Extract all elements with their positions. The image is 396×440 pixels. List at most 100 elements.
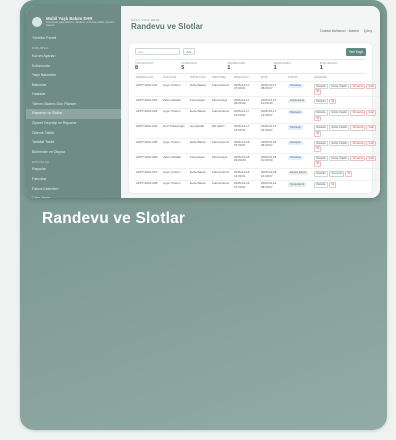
table-row: APPT-0001-007 Ayşe Yıldırım Evde Bakım Fatm…: [135, 168, 380, 181]
sidebar-item[interactable]: Randevu ve Slotlar: [26, 108, 121, 119]
cell-actions: Düzenle Sil: [313, 96, 380, 109]
toolbar: Ara... Ara Yeni Kayıt: [135, 48, 366, 56]
table-row: APPT-0001-006 Zeki Lütfullah Fizyoterapi Mu…: [135, 153, 380, 169]
row-action-button[interactable]: Düzenle: [314, 182, 328, 189]
sidebar-item[interactable]: Bildirimler ve Olaylar: [26, 147, 121, 157]
cell-care: Evde Bakım: [189, 138, 211, 154]
topbar: DAILY VISIT DESK Randevu ve Slotlar Dokt…: [131, 18, 372, 40]
cell-end: 2025-04-18 08:00:07: [260, 138, 287, 154]
sidebar-item[interactable]: Yönetim Paneli: [26, 34, 121, 44]
cell-actions: Düzenle Görüş Yapıldı Tamamla İptalSil: [313, 122, 380, 139]
cell-no: APPT-0001-005: [135, 138, 162, 154]
sidebar-item[interactable]: Hastalar: [26, 90, 121, 100]
search-input[interactable]: Ara...: [135, 48, 180, 55]
row-action-button[interactable]: İptal: [366, 110, 376, 116]
sidebar-item[interactable]: Ziyaret Geçmişi ve Raporlar: [26, 119, 121, 129]
row-action-button[interactable]: Düzenle: [314, 110, 328, 116]
cell-status: Tamamlandı: [287, 96, 313, 109]
sidebar-item[interactable]: Raporlar: [26, 165, 121, 175]
cell-status: Planlandı: [287, 107, 313, 124]
cell-end: 2025-04-17 14:00:07: [260, 107, 287, 124]
stat-value: 8: [135, 64, 139, 71]
appointments-panel: Ara... Ara Yeni Kayıt TOPLAM KAYIT 8 PLANL…: [129, 43, 380, 193]
row-action-button[interactable]: Görüş Yapıldı: [329, 125, 350, 131]
row-action-button[interactable]: İptal: [366, 125, 376, 131]
row-action-button[interactable]: Sil: [314, 89, 322, 95]
row-action-button[interactable]: Düzenle: [314, 170, 328, 177]
sidebar-item[interactable]: Yatırım Bakımı Gün Planları: [26, 99, 121, 109]
cell-no: APPT-0001-007: [135, 168, 162, 181]
row-action-button[interactable]: Sil: [329, 182, 337, 189]
row-action-button[interactable]: Görüş Yapıldı: [329, 140, 350, 147]
row-action-button[interactable]: Tamamla: [350, 140, 366, 147]
cell-end: 2025-04-17 10:00:00: [260, 96, 287, 109]
appointments-table: RANDEVU NO HASTA ADI BAKIM TÜRÜ PERSONEL BAŞ…: [135, 76, 380, 192]
status-badge: Planlandı: [288, 110, 303, 115]
sidebar-item[interactable]: Kurum Ayarları: [26, 51, 121, 61]
cell-status: Planlandı: [287, 80, 313, 97]
cell-care: Evde Bakım: [189, 179, 211, 192]
row-action-button[interactable]: Tamamla: [350, 125, 366, 131]
sidebar-item[interactable]: Yaşlı Bakımları: [26, 71, 121, 81]
logout-link[interactable]: Çıkış: [364, 29, 372, 33]
row-action-button[interactable]: İptal: [366, 155, 376, 162]
cell-status: Devam Ediyor: [287, 168, 313, 181]
table-row: APPT-0001-003 Ayşe Yıldırım Evde Bakım Fatm…: [135, 107, 380, 124]
cell-start: 2025-04-18 07:00:01: [233, 138, 260, 154]
cell-care: Hemşirelik: [189, 122, 211, 139]
row-action-button[interactable]: Sil: [329, 98, 337, 105]
row-action-button[interactable]: Tamamla: [350, 155, 366, 162]
sidebar-item[interactable]: Çıkış Yapın: [26, 194, 121, 198]
main-area: DAILY VISIT DESK Randevu ve Slotlar Dokt…: [121, 6, 380, 198]
sidebar-item[interactable]: Kullanıcılar: [26, 61, 121, 71]
cell-care: Evde Bakım: [189, 80, 211, 97]
cell-start: 2025-04-17 07:00:01: [233, 80, 260, 97]
user-name: Doktor Kullanıcı · Admin: [320, 29, 359, 33]
row-action-button[interactable]: İptal: [366, 83, 376, 90]
row-action-button[interactable]: Sil: [314, 161, 322, 167]
search-button[interactable]: Ara: [183, 48, 195, 55]
cell-staff: Fatma Demir: [211, 107, 233, 124]
user-info: Doktor Kullanıcı · Admin Çıkış: [320, 29, 372, 33]
row-action-button[interactable]: İptal: [366, 140, 376, 147]
cell-status: Planlandı: [287, 153, 313, 169]
sidebar-item[interactable]: Ödeme Takibi: [26, 128, 121, 138]
stat-card: İPTAL EDİLEN 1: [320, 60, 366, 73]
cell-care: Evde Bakım: [189, 107, 211, 124]
cell-actions: Düzenle Görüş Yapıldı Tamamla İptalSil: [313, 153, 380, 169]
table-row: APPT-0001-005 Ayşe Yıldırım Evde Bakım Fatm…: [135, 138, 380, 154]
table-row: APPT-0001-001 Ayşe Yıldırım Evde Bakım Fatm…: [135, 80, 380, 97]
row-action-button[interactable]: Tamamla: [329, 170, 344, 177]
sidebar-item[interactable]: Faturalar: [26, 175, 121, 185]
app-screenshot: Mobil Yaşlı Bakım EHR Kurumsal yaşlı bak…: [26, 6, 380, 198]
row-action-button[interactable]: Görüş Yapıldı: [329, 83, 350, 90]
status-badge: Planlandı: [288, 83, 303, 88]
status-badge: Planlandı: [288, 140, 303, 145]
sidebar: Mobil Yaşlı Bakım EHR Kurumsal yaşlı bak…: [26, 6, 121, 198]
row-action-button[interactable]: Düzenle: [314, 98, 328, 105]
row-action-button[interactable]: Sil: [345, 170, 353, 177]
cell-start: 2025-04-17 13:00:01: [233, 107, 260, 124]
row-action-button[interactable]: Görüş Yapıldı: [329, 155, 350, 162]
sidebar-item[interactable]: Fatura Kalemleri: [26, 184, 121, 194]
sidebar-section-label: Kurumsal: [32, 46, 50, 51]
row-action-button[interactable]: Tamamla: [350, 110, 366, 116]
cell-care: Fizyoterapi: [189, 153, 211, 169]
cell-no: APPT-0001-002: [135, 96, 162, 109]
stats-row: TOPLAM KAYIT 8 PLANLANAN 5 TAMAMLANAN 1 DEVAM …: [135, 59, 366, 74]
new-record-button[interactable]: Yeni Kayıt: [346, 48, 366, 56]
sidebar-item[interactable]: Bakımlar: [26, 80, 121, 90]
row-action-button[interactable]: Sil: [314, 146, 322, 152]
row-action-button[interactable]: Sil: [314, 130, 322, 137]
cell-patient: Zeki Lütfullah: [162, 96, 189, 109]
status-badge: Tamamlandı: [288, 98, 307, 103]
row-action-button[interactable]: Tamamla: [350, 83, 366, 90]
cell-staff: Fatma Demir: [211, 138, 233, 154]
sidebar-item[interactable]: Tahsilat Takibi: [26, 138, 121, 148]
cell-patient: Ayşe Yıldırım: [162, 107, 189, 124]
stat-value: 1: [227, 64, 231, 71]
row-action-button[interactable]: Sil: [314, 115, 322, 122]
cell-end: 2025-04-17 16:00:07: [260, 122, 287, 139]
row-action-button[interactable]: Görüş Yapıldı: [329, 110, 350, 116]
stat-card: DEVAM EDEN 1: [274, 60, 320, 73]
